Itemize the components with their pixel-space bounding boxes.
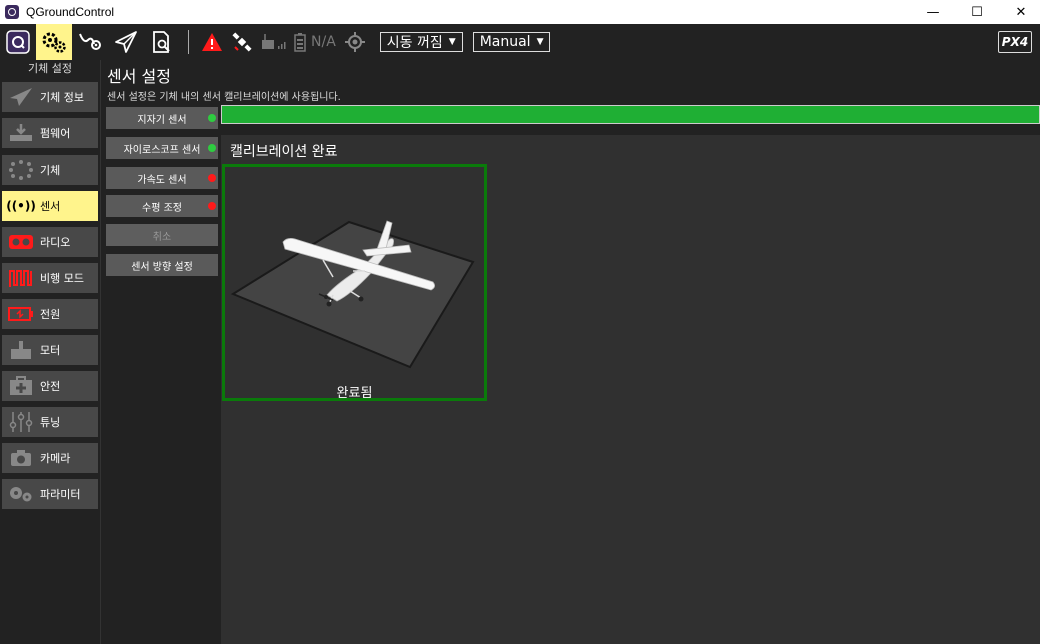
app-icon [5,5,19,19]
arm-state-label: 시동 꺼짐 [386,35,443,51]
gyroscope-sensor-button[interactable]: 자이로스코프 센서 [106,137,218,159]
arm-state-dropdown[interactable]: 시동 꺼짐 ▼ [379,32,463,52]
status-dot-green [208,114,216,122]
vehicle-setup-button[interactable] [36,24,72,60]
sidebar-header: 기체 설정 [28,62,72,75]
sidebar-item-firmware[interactable]: 펌웨어 [2,118,98,148]
cancel-button[interactable]: 취소 [106,224,218,246]
minimize-button[interactable]: — [910,0,956,24]
crosshair-icon [344,32,365,52]
page-description: 센서 설정은 기체 내의 센서 캘리브레이션에 사용됩니다. [107,92,341,103]
status-dot-red [208,174,216,182]
page-title: 센서 설정 [107,67,171,86]
analyze-document-icon [153,31,170,53]
rc-rssi-indicator[interactable] [257,24,291,60]
plane-icon [8,87,34,107]
messages-indicator[interactable] [197,24,227,60]
camera-icon [8,448,34,468]
status-dot-red [208,202,216,210]
sidebar-item-power[interactable]: 전원 [2,299,98,329]
battery-indicator[interactable] [291,24,309,60]
close-button[interactable]: ✕ [998,0,1040,24]
vehicle-orientation-image [230,220,475,369]
calibration-done-label: 완료됨 [336,386,373,401]
px4-logo: PX4 [998,31,1032,53]
sensor-icon: ((•)) [6,199,36,213]
sidebar-item-safety[interactable]: 안전 [2,371,98,401]
compass-sensor-button[interactable]: 지자기 센서 [106,107,218,129]
motor-icon [8,340,34,360]
sidebar-item-motors[interactable]: 모터 [2,335,98,365]
flight-mode-dropdown[interactable]: Manual ▼ [472,32,551,52]
download-icon [8,123,34,143]
qgc-menu-button[interactable] [0,24,36,60]
main-toolbar: N/A 시동 꺼짐 ▼ Manual ▼ PX4 [0,24,1040,60]
rtk-indicator[interactable] [340,24,370,60]
chevron-down-icon: ▼ [448,37,456,47]
sidebar-item-airframe[interactable]: 기체 [2,155,98,185]
title-bar: QGroundControl — ☐ ✕ [0,0,1040,24]
toolbar-separator [188,30,189,54]
accelerometer-sensor-button[interactable]: 가속도 센서 [106,167,218,189]
calibration-status-text: 캘리브레이션 완료 [230,144,338,160]
airframe-icon [8,160,34,180]
sidebar-item-summary[interactable]: 기체 정보 [2,82,98,112]
calibration-progress-bar [221,105,1040,124]
satellite-icon [232,32,252,52]
sidebar-item-parameters[interactable]: 파라미터 [2,479,98,509]
radio-icon [8,232,34,252]
flight-mode-label: Manual [479,34,531,50]
paper-plane-icon [115,31,137,53]
sidebar-item-tuning[interactable]: 튜닝 [2,407,98,437]
status-dot-green [208,144,216,152]
fly-view-button[interactable] [108,24,144,60]
sidebar-item-radio[interactable]: 라디오 [2,227,98,257]
plan-view-button[interactable] [72,24,108,60]
calibration-complete-card: 완료됨 [222,164,487,401]
analyze-view-button[interactable] [144,24,180,60]
parameters-icon [8,484,34,504]
maximize-button[interactable]: ☐ [954,0,1000,24]
tuning-icon [8,411,34,433]
rc-transmitter-icon [262,34,286,49]
battery-status-text: N/A [311,34,336,50]
battery-icon [294,33,306,52]
level-horizon-button[interactable]: 수평 조정 [106,195,218,217]
gps-indicator[interactable] [227,24,257,60]
progress-fill [222,106,1039,123]
sensor-orientation-button[interactable]: 센서 방향 설정 [106,254,218,276]
gears-icon [42,32,66,53]
sidebar-item-camera[interactable]: 카메라 [2,443,98,473]
safety-icon [8,376,34,396]
window-title: QGroundControl [26,5,115,19]
sidebar-item-flight-modes[interactable]: 비행 모드 [2,263,98,293]
sidebar-item-sensors[interactable]: ((•)) 센서 [2,191,98,221]
qgc-logo-icon [6,30,30,54]
plan-route-icon [79,33,101,50]
warning-icon [202,33,222,51]
battery-icon [8,306,34,322]
flight-mode-icon [8,268,34,288]
chevron-down-icon: ▼ [536,37,544,47]
